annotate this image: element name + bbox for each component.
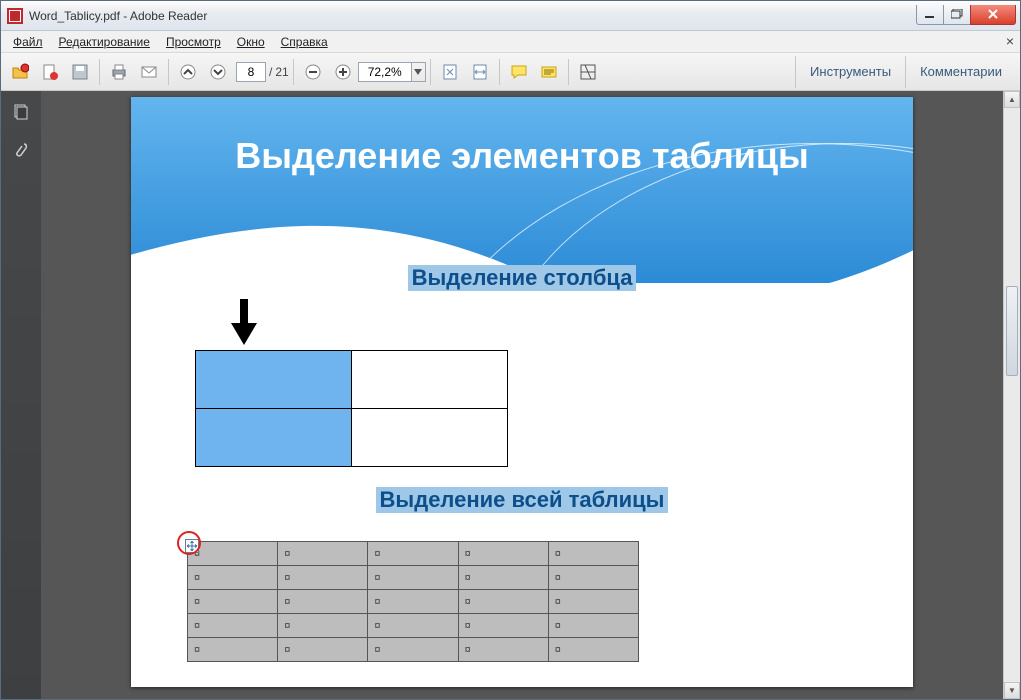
page-total: 21 bbox=[275, 65, 288, 79]
table-cell: ¤ bbox=[368, 614, 458, 638]
page-down-button[interactable] bbox=[204, 58, 232, 86]
table-cell: ¤ bbox=[278, 638, 368, 662]
toolbar: / 21 Инструменты bbox=[1, 53, 1020, 91]
table-cell: ¤ bbox=[368, 542, 458, 566]
highlight-button[interactable] bbox=[535, 58, 563, 86]
table-cell: ¤ bbox=[458, 638, 548, 662]
table-cell bbox=[352, 351, 508, 409]
table-cell: ¤ bbox=[278, 590, 368, 614]
table-cell: ¤ bbox=[278, 614, 368, 638]
table-cell: ¤ bbox=[458, 590, 548, 614]
table-cell: ¤ bbox=[458, 614, 548, 638]
page-separator: / bbox=[269, 65, 272, 79]
menu-window-label: Окно bbox=[237, 35, 265, 49]
column-selection-table bbox=[195, 350, 508, 467]
comments-panel-button[interactable]: Комментарии bbox=[905, 56, 1016, 88]
zoom-control bbox=[358, 62, 426, 82]
zoom-dropdown-button[interactable] bbox=[412, 62, 426, 82]
red-highlight-circle bbox=[177, 531, 201, 555]
table-cell: ¤ bbox=[188, 638, 278, 662]
create-pdf-button[interactable] bbox=[36, 58, 64, 86]
table-cell: ¤ bbox=[548, 566, 638, 590]
table-cell: ¤ bbox=[548, 590, 638, 614]
work-area: Выделение элементов таблицы Выделение ст… bbox=[1, 91, 1020, 699]
thumbnails-button[interactable] bbox=[8, 99, 34, 125]
table-cell: ¤ bbox=[548, 638, 638, 662]
attachments-button[interactable] bbox=[8, 137, 34, 163]
zoom-input[interactable] bbox=[358, 62, 412, 82]
table-cell: ¤ bbox=[278, 542, 368, 566]
window-title: Word_Tablicy.pdf - Adobe Reader bbox=[29, 9, 207, 23]
fit-page-button[interactable] bbox=[436, 58, 464, 86]
read-mode-button[interactable] bbox=[574, 58, 602, 86]
save-button[interactable] bbox=[66, 58, 94, 86]
slide-banner: Выделение элементов таблицы bbox=[131, 97, 913, 283]
full-selection-table: ¤¤¤¤¤ ¤¤¤¤¤ ¤¤¤¤¤ ¤¤¤¤¤ ¤¤¤¤¤ bbox=[187, 541, 639, 662]
table-cell: ¤ bbox=[548, 614, 638, 638]
table-cell: ¤ bbox=[548, 542, 638, 566]
page-indicator: / 21 bbox=[233, 62, 289, 82]
document-close-button[interactable]: × bbox=[1006, 33, 1014, 49]
restore-button[interactable] bbox=[943, 5, 971, 25]
full-table-wrapper: ¤¤¤¤¤ ¤¤¤¤¤ ¤¤¤¤¤ ¤¤¤¤¤ ¤¤¤¤¤ bbox=[187, 541, 639, 662]
table-cell: ¤ bbox=[188, 566, 278, 590]
menu-view-label: Просмотр bbox=[166, 35, 221, 49]
menu-file-label: Файл bbox=[13, 35, 43, 49]
table-cell: ¤ bbox=[188, 542, 278, 566]
menu-window[interactable]: Окно bbox=[229, 33, 273, 51]
app-icon bbox=[7, 8, 23, 24]
comment-button[interactable] bbox=[505, 58, 533, 86]
table-cell bbox=[196, 351, 352, 409]
open-button[interactable] bbox=[6, 58, 34, 86]
menu-file[interactable]: Файл bbox=[5, 33, 51, 51]
zoom-out-button[interactable] bbox=[299, 58, 327, 86]
fit-width-button[interactable] bbox=[466, 58, 494, 86]
app-window: Word_Tablicy.pdf - Adobe Reader Файл Ред… bbox=[0, 0, 1021, 700]
menu-edit[interactable]: Редактирование bbox=[51, 33, 158, 51]
vertical-scrollbar[interactable]: ▲ ▼ bbox=[1003, 91, 1020, 699]
document-viewport[interactable]: Выделение элементов таблицы Выделение ст… bbox=[41, 91, 1003, 699]
page-up-button[interactable] bbox=[174, 58, 202, 86]
menu-view[interactable]: Просмотр bbox=[158, 33, 229, 51]
menu-edit-label: Редактирование bbox=[59, 35, 150, 49]
scroll-up-button[interactable]: ▲ bbox=[1004, 91, 1020, 108]
menu-help[interactable]: Справка bbox=[273, 33, 336, 51]
scroll-track[interactable] bbox=[1004, 108, 1020, 682]
table-cell: ¤ bbox=[188, 614, 278, 638]
table-cell: ¤ bbox=[458, 566, 548, 590]
zoom-in-button[interactable] bbox=[329, 58, 357, 86]
close-button[interactable] bbox=[970, 5, 1016, 25]
menu-help-label: Справка bbox=[281, 35, 328, 49]
section-column-label: Выделение столбца bbox=[408, 265, 637, 291]
arrow-down-icon bbox=[231, 299, 257, 345]
table-cell bbox=[352, 409, 508, 467]
table-cell: ¤ bbox=[188, 590, 278, 614]
page-number-input[interactable] bbox=[236, 62, 266, 82]
table-cell: ¤ bbox=[368, 566, 458, 590]
tools-panel-button[interactable]: Инструменты bbox=[795, 56, 905, 88]
menubar: Файл Редактирование Просмотр Окно Справк… bbox=[1, 31, 1020, 53]
titlebar: Word_Tablicy.pdf - Adobe Reader bbox=[1, 1, 1020, 31]
table-cell: ¤ bbox=[368, 638, 458, 662]
table-cell: ¤ bbox=[458, 542, 548, 566]
print-button[interactable] bbox=[105, 58, 133, 86]
section-table-label: Выделение всей таблицы bbox=[376, 487, 669, 513]
table-cell bbox=[196, 409, 352, 467]
scroll-thumb[interactable] bbox=[1006, 286, 1018, 376]
scroll-down-button[interactable]: ▼ bbox=[1004, 682, 1020, 699]
side-panel bbox=[1, 91, 41, 699]
email-button[interactable] bbox=[135, 58, 163, 86]
minimize-button[interactable] bbox=[916, 5, 944, 25]
pdf-page: Выделение элементов таблицы Выделение ст… bbox=[131, 97, 913, 687]
table-cell: ¤ bbox=[368, 590, 458, 614]
table-cell: ¤ bbox=[278, 566, 368, 590]
window-controls bbox=[917, 5, 1016, 27]
